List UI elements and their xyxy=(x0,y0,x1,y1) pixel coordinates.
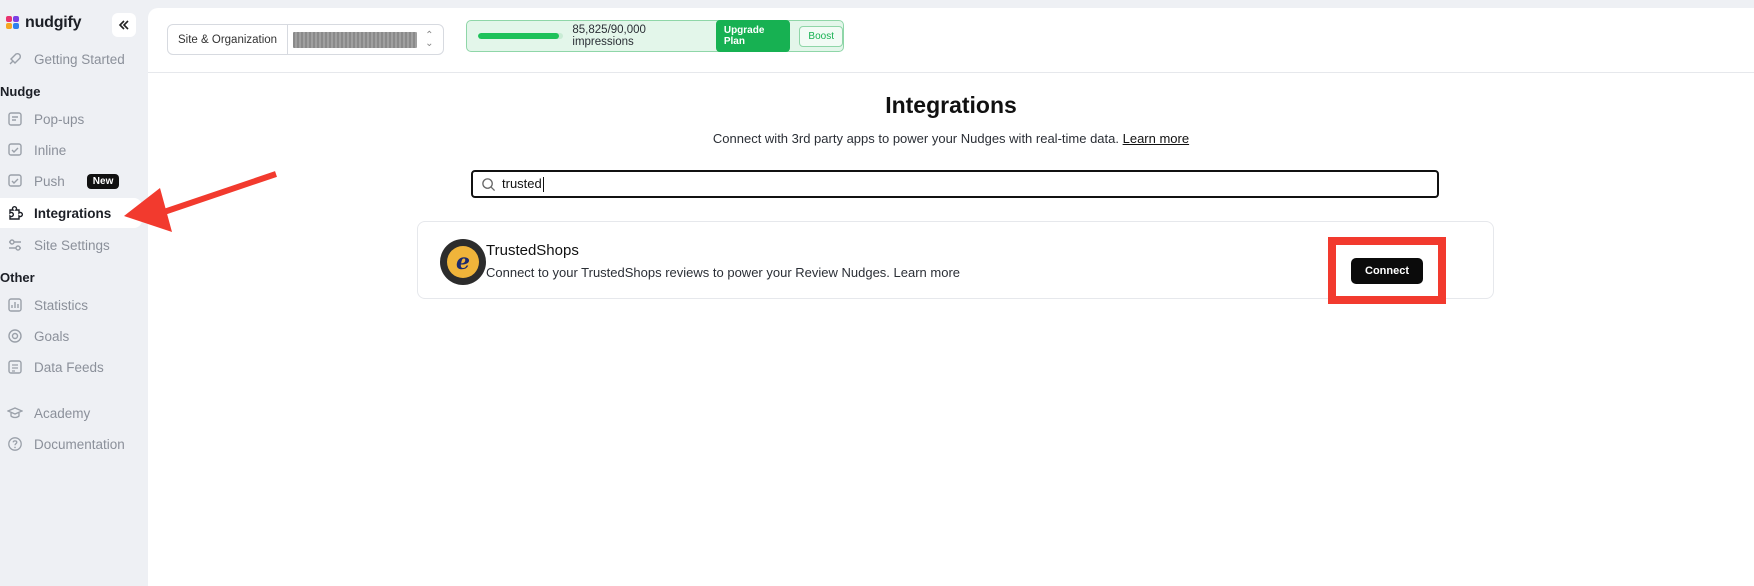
sidebar-item-academy[interactable]: Academy xyxy=(0,398,142,428)
popup-icon xyxy=(6,110,24,128)
page-subtitle-text: Connect with 3rd party apps to power you… xyxy=(712,131,1119,146)
search-input-value: trusted xyxy=(502,175,542,191)
sidebar-item-label: Goals xyxy=(34,328,70,344)
text-cursor xyxy=(542,177,544,193)
upgrade-plan-button[interactable]: Upgrade Plan xyxy=(715,20,791,52)
impressions-text: 85,825/90,000 impressions xyxy=(572,24,646,48)
sidebar-item-label: Academy xyxy=(34,405,91,421)
sidebar-item-push[interactable]: Push New xyxy=(0,166,142,196)
boost-button[interactable]: Boost xyxy=(799,25,843,47)
target-icon xyxy=(6,327,24,345)
connect-button[interactable]: Connect xyxy=(1351,257,1423,284)
sidebar-item-label: Getting Started xyxy=(34,51,125,67)
sidebar-item-site-settings[interactable]: Site Settings xyxy=(0,230,142,260)
sidebar-item-label: Data Feeds xyxy=(34,359,104,375)
help-circle-icon xyxy=(6,435,24,453)
sidebar-item-statistics[interactable]: Statistics xyxy=(0,290,142,320)
puzzle-icon xyxy=(6,204,24,222)
nudgify-logo-icon xyxy=(6,16,22,30)
sidebar-item-documentation[interactable]: Documentation xyxy=(0,429,142,459)
sidebar-item-data-feeds[interactable]: Data Feeds xyxy=(0,352,142,382)
page-title: Integrations xyxy=(885,92,1017,118)
brand-name: nudgify xyxy=(25,14,82,31)
sidebar-item-label: Integrations xyxy=(34,205,112,221)
sidebar-item-goals[interactable]: Goals xyxy=(0,321,142,351)
section-nudge-title: Nudge xyxy=(0,84,41,99)
chevron-up-down-icon: ⌃ ⌄ xyxy=(425,29,434,49)
sidebar-item-pop-ups[interactable]: Pop-ups xyxy=(0,104,142,134)
graduation-cap-icon xyxy=(6,404,24,422)
search-icon xyxy=(482,177,496,191)
integration-description: Connect to your TrustedShops reviews to … xyxy=(486,265,961,280)
collapse-sidebar-button[interactable] xyxy=(112,13,136,37)
rocket-icon xyxy=(6,50,24,68)
sidebar-item-label: Statistics xyxy=(34,297,89,313)
impressions-progress xyxy=(478,33,564,39)
sidebar-item-label: Documentation xyxy=(34,436,125,452)
site-organization-label: Site & Organization xyxy=(168,25,289,54)
annotation-arrow-icon xyxy=(124,171,277,232)
impressions-progress-fill xyxy=(478,33,560,39)
learn-more-link[interactable]: Learn more xyxy=(1123,131,1189,146)
impressions-panel: 85,825/90,000 impressions Upgrade Plan B… xyxy=(466,20,844,52)
sidebar-item-label: Pop-ups xyxy=(34,111,85,127)
sidebar-item-inline[interactable]: Inline xyxy=(0,135,142,165)
sidebar-item-integrations[interactable]: Integrations xyxy=(0,198,142,228)
integration-search-input[interactable]: trusted xyxy=(471,170,1439,198)
sliders-icon xyxy=(6,236,24,254)
sidebar-item-label: Inline xyxy=(34,142,67,158)
new-badge: New xyxy=(86,173,120,189)
top-bar: Site & Organization ⌃ ⌄ 85,825/90,000 imp… xyxy=(148,8,1754,73)
site-value-redacted xyxy=(293,31,418,48)
sidebar-item-getting-started[interactable]: Getting Started xyxy=(0,44,142,74)
sidebar-item-label: Site Settings xyxy=(34,237,110,253)
connect-highlight-box: Connect xyxy=(1328,237,1446,304)
main-content: Site & Organization ⌃ ⌄ 85,825/90,000 imp… xyxy=(148,8,1754,586)
brand-logo[interactable]: nudgify xyxy=(6,14,82,32)
page-subtitle: Connect with 3rd party apps to power you… xyxy=(148,131,1754,146)
push-icon xyxy=(6,172,24,190)
section-other-title: Other xyxy=(0,270,35,285)
sidebar-item-label: Push xyxy=(34,173,65,189)
chevrons-left-icon xyxy=(118,20,129,30)
sidebar: nudgify Getting Started Nudge Pop-ups In… xyxy=(0,0,148,586)
integration-name: TrustedShops xyxy=(486,242,579,259)
chart-icon xyxy=(6,296,24,314)
feed-icon xyxy=(6,358,24,376)
site-organization-select[interactable]: Site & Organization ⌃ ⌄ xyxy=(167,24,444,55)
inline-icon xyxy=(6,141,24,159)
trustedshops-logo-icon: e xyxy=(440,239,486,285)
